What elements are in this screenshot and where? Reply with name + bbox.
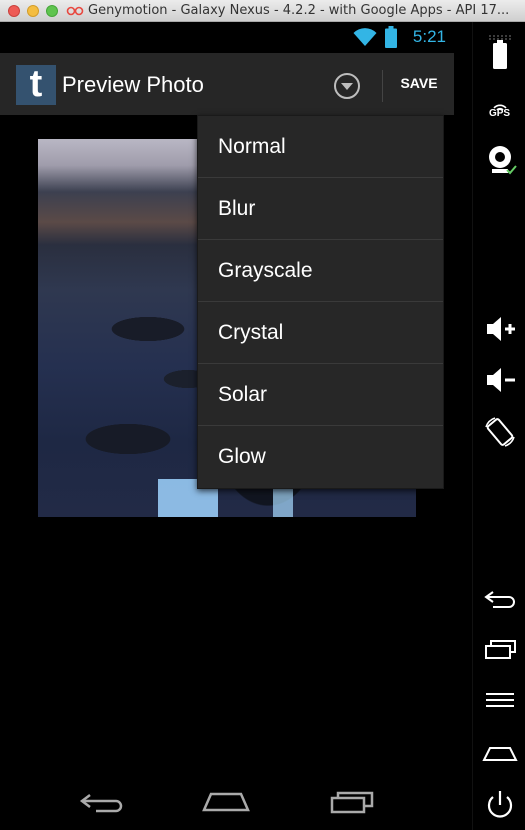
webcam-icon[interactable] bbox=[481, 142, 519, 176]
action-bar-divider bbox=[382, 70, 383, 102]
battery-icon bbox=[385, 26, 397, 48]
menu-item-solar[interactable]: Solar bbox=[198, 364, 443, 426]
status-time: 5:21 bbox=[412, 27, 446, 46]
genymotion-logo-icon bbox=[66, 6, 84, 16]
back-toolbar-icon[interactable] bbox=[481, 582, 519, 616]
device-screen: 5:21 t Preview Photo SAVE Normal Blur Gr… bbox=[0, 22, 472, 830]
gps-signal-icon bbox=[493, 104, 507, 111]
menu-toolbar-icon[interactable] bbox=[481, 684, 519, 718]
battery-toolbar-icon[interactable] bbox=[481, 38, 519, 72]
menu-item-normal[interactable]: Normal bbox=[198, 116, 443, 178]
back-icon[interactable] bbox=[76, 786, 126, 816]
window-titlebar: Genymotion - Galaxy Nexus - 4.2.2 - with… bbox=[0, 0, 525, 22]
recent-apps-toolbar-icon[interactable] bbox=[481, 632, 519, 666]
minimize-window-button[interactable] bbox=[27, 5, 39, 17]
window-title: Genymotion - Galaxy Nexus - 4.2.2 - with… bbox=[88, 3, 510, 18]
menu-item-crystal[interactable]: Crystal bbox=[198, 302, 443, 364]
home-toolbar-icon[interactable] bbox=[481, 736, 519, 770]
photo-light-patch bbox=[273, 489, 293, 517]
rotate-icon[interactable] bbox=[481, 415, 519, 449]
volume-down-icon[interactable] bbox=[481, 363, 519, 397]
recent-apps-icon[interactable] bbox=[328, 786, 378, 816]
app-logo-letter: t bbox=[29, 63, 43, 105]
app-logo[interactable]: t bbox=[16, 65, 56, 105]
save-button[interactable]: SAVE bbox=[390, 75, 448, 91]
menu-item-blur[interactable]: Blur bbox=[198, 178, 443, 240]
action-bar: t Preview Photo SAVE bbox=[0, 53, 454, 115]
navigation-bar bbox=[0, 772, 472, 830]
menu-item-grayscale[interactable]: Grayscale bbox=[198, 240, 443, 302]
status-bar: 5:21 bbox=[0, 22, 472, 52]
home-icon[interactable] bbox=[201, 786, 251, 816]
volume-up-icon[interactable] bbox=[481, 312, 519, 346]
emulator-toolbar: GPS bbox=[472, 22, 525, 830]
filter-menu: Normal Blur Grayscale Crystal Solar Glow bbox=[197, 115, 444, 489]
wifi-icon bbox=[353, 28, 377, 46]
power-icon[interactable] bbox=[481, 788, 519, 822]
menu-item-glow[interactable]: Glow bbox=[198, 426, 443, 488]
zoom-window-button[interactable] bbox=[46, 5, 58, 17]
page-title: Preview Photo bbox=[62, 72, 204, 97]
filter-dropdown-icon[interactable] bbox=[332, 71, 362, 101]
close-window-button[interactable] bbox=[8, 5, 20, 17]
